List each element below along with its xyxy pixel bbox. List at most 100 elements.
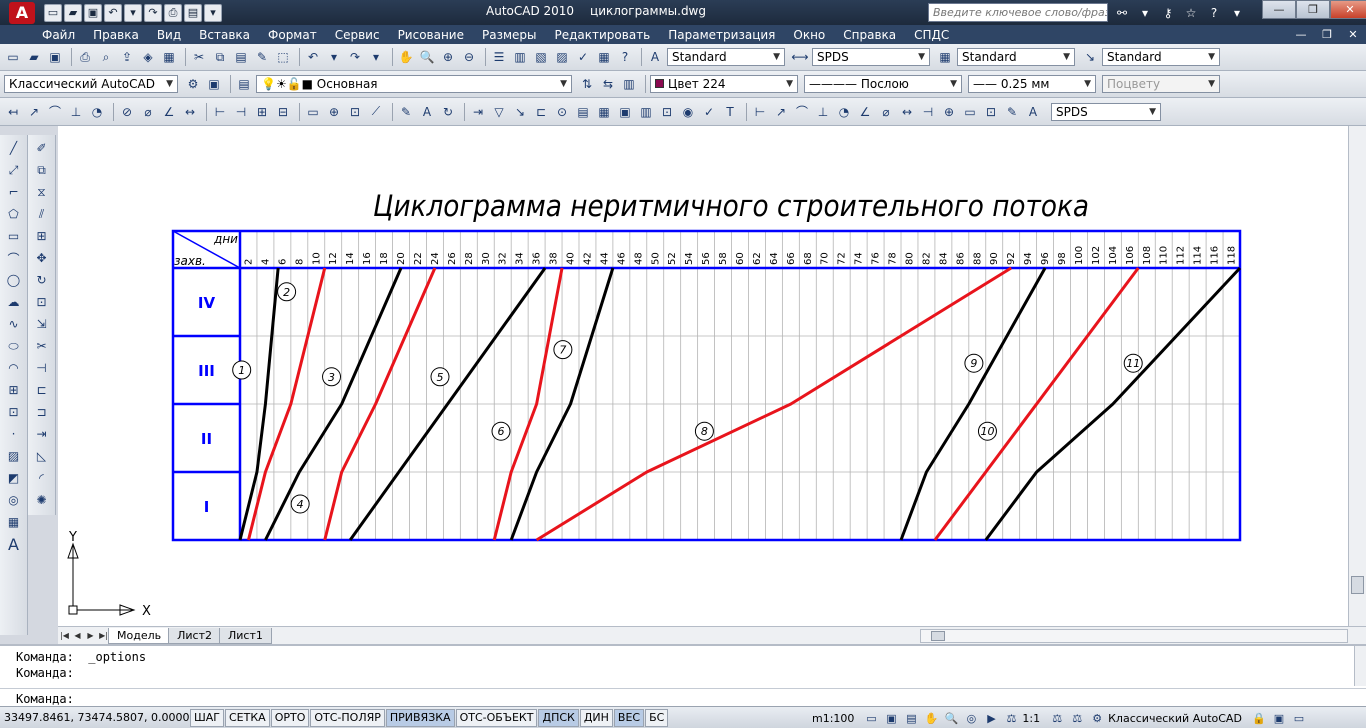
menu-item-spds[interactable]: СПДС (914, 28, 949, 42)
workspace-settings-icon[interactable]: ⚙ (184, 75, 202, 93)
3d-dwf-icon[interactable]: ◈ (139, 48, 157, 66)
tab-sheet1[interactable]: Лист1 (218, 627, 272, 644)
dim-quick-spds-icon[interactable]: ↔ (898, 103, 916, 121)
close-icon[interactable]: ✕ (1330, 0, 1366, 19)
dim-center-spds-icon[interactable]: ⊕ (940, 103, 958, 121)
auto-scale-icon[interactable]: ⚖ (1068, 709, 1086, 727)
new-icon[interactable]: ▭ (44, 3, 62, 22)
markup-icon[interactable]: ✓ (574, 48, 592, 66)
drawing-canvas[interactable]: Циклограмма неритмичного строительного п… (58, 126, 1348, 626)
tab-model[interactable]: Модель (108, 627, 171, 644)
dimension-style-select[interactable]: SPDS ▼ (1051, 102, 1161, 121)
clean-screen-icon[interactable]: ▭ (1290, 709, 1308, 727)
next-tab-icon[interactable]: ▶ (84, 629, 97, 642)
layer-previous-icon[interactable]: ⇆ (599, 75, 617, 93)
spds-table-icon[interactable]: ▦ (595, 103, 613, 121)
erase-icon[interactable]: ✐ (33, 139, 51, 157)
spline-icon[interactable]: ∿ (5, 315, 23, 333)
new-icon[interactable]: ▭ (4, 48, 22, 66)
status-toggle-6[interactable]: ДПСК (538, 708, 579, 727)
match-properties-icon[interactable]: ✎ (253, 48, 271, 66)
dim-baseline-spds-icon[interactable]: ⊣ (919, 103, 937, 121)
doc-close-icon[interactable]: ✕ (1340, 25, 1366, 43)
stretch-icon[interactable]: ⇲ (33, 315, 51, 333)
showmotion-icon[interactable]: ▶ (982, 709, 1000, 727)
layout-icon[interactable]: ▤ (184, 3, 202, 22)
dim-text-edit-icon[interactable]: A (418, 103, 436, 121)
paste-icon[interactable]: ▤ (232, 48, 250, 66)
help-icon[interactable]: ? (1204, 3, 1224, 22)
help-dropdown-icon[interactable]: ▾ (1227, 3, 1247, 22)
workspace-status[interactable]: Классический AutoCAD (1108, 712, 1242, 725)
design-center-icon[interactable]: ▥ (511, 48, 529, 66)
dim-update-icon[interactable]: ↻ (439, 103, 457, 121)
dim-edit-spds-icon[interactable]: ✎ (1003, 103, 1021, 121)
annotation-visibility-icon[interactable]: ⚖ (1048, 709, 1066, 727)
layer-state-icon[interactable]: ▥ (620, 75, 638, 93)
spds-text-icon[interactable]: T (721, 103, 739, 121)
dim-arc-spds-icon[interactable]: ⌒ (793, 103, 811, 121)
menu-item-help[interactable]: Справка (843, 28, 896, 42)
chamfer-icon[interactable]: ◺ (33, 447, 51, 465)
linetype-select[interactable]: ———— Послою ▼ (804, 75, 962, 93)
vertical-scrollbar[interactable] (1348, 126, 1366, 626)
maximize-viewport-icon[interactable]: ▭ (862, 709, 880, 727)
circle-icon[interactable]: ◯ (5, 271, 23, 289)
dim-style-icon[interactable]: ⟷ (791, 48, 809, 66)
spds-leader-icon[interactable]: ↘ (511, 103, 529, 121)
status-toggle-7[interactable]: ДИН (579, 708, 613, 727)
status-toggle-4[interactable]: ПРИВЯЗКА (385, 708, 455, 727)
status-toggle-1[interactable]: СЕТКА (225, 708, 270, 727)
quick-dim-icon[interactable]: ↔ (181, 103, 199, 121)
menu-item-format[interactable]: Формат (268, 28, 317, 42)
rotate-icon[interactable]: ↻ (33, 271, 51, 289)
qat-dropdown-icon[interactable]: ▾ (204, 3, 222, 22)
dim-radius-spds-icon[interactable]: ◔ (835, 103, 853, 121)
first-tab-icon[interactable]: |◀ (58, 629, 71, 642)
diameter-icon[interactable]: ⌀ (139, 103, 157, 121)
cut-icon[interactable]: ✂ (190, 48, 208, 66)
menu-item-parametric[interactable]: Параметризация (668, 28, 775, 42)
dim-style-select[interactable]: SPDS ▼ (812, 48, 930, 66)
dim-edit-icon[interactable]: ✎ (397, 103, 415, 121)
continue-icon[interactable]: ⊣ (232, 103, 250, 121)
annotation-scale-icon[interactable]: ⚖ (1002, 709, 1020, 727)
doc-restore-icon[interactable]: ❐ (1314, 25, 1340, 43)
binoculars-icon[interactable]: ⚯ (1112, 3, 1132, 22)
spds-format-icon[interactable]: ▣ (616, 103, 634, 121)
dim-ordinate-spds-icon[interactable]: ⊥ (814, 103, 832, 121)
tool-palettes-icon[interactable]: ▧ (532, 48, 550, 66)
mirror-icon[interactable]: ⧖ (33, 183, 51, 201)
help-icon[interactable]: ? (616, 48, 634, 66)
fillet-icon[interactable]: ◜ (33, 469, 51, 487)
polygon-icon[interactable]: ⬠ (5, 205, 23, 223)
menu-item-modify[interactable]: Редактировать (555, 28, 651, 42)
dim-break-icon[interactable]: ⊟ (274, 103, 292, 121)
block-editor-icon[interactable]: ⬚ (274, 48, 292, 66)
quick-view-layouts-icon[interactable]: ▣ (882, 709, 900, 727)
command-scrollbar[interactable] (1354, 646, 1366, 686)
open-icon[interactable]: ▰ (25, 48, 43, 66)
array-icon[interactable]: ⊞ (33, 227, 51, 245)
table-style-select[interactable]: Standard ▼ (957, 48, 1075, 66)
save-icon[interactable]: ▣ (84, 3, 102, 22)
linear-dim-icon[interactable]: ↤ (4, 103, 22, 121)
extend-icon[interactable]: ⊣ (33, 359, 51, 377)
dim-space-icon[interactable]: ⊞ (253, 103, 271, 121)
copy-object-icon[interactable]: ⧉ (33, 161, 51, 179)
zoom-icon[interactable]: 🔍 (942, 709, 960, 727)
mleader-style-icon[interactable]: ↘ (1081, 48, 1099, 66)
copy-icon[interactable]: ⧉ (211, 48, 229, 66)
lock-icon[interactable]: 🔒 (1250, 709, 1268, 727)
status-toggle-3[interactable]: ОТС-ПОЛЯР (310, 708, 385, 727)
zoom-realtime-icon[interactable]: 🔍 (418, 48, 436, 66)
open-icon[interactable]: ▰ (64, 3, 82, 22)
revision-cloud-icon[interactable]: ☁ (5, 293, 23, 311)
menu-item-dimension[interactable]: Размеры (482, 28, 537, 42)
restore-icon[interactable]: ❐ (1296, 0, 1330, 19)
color-select[interactable]: Цвет 224 ▼ (650, 75, 798, 93)
workspace-icon[interactable]: ▣ (205, 75, 223, 93)
mleader-style-select[interactable]: Standard ▼ (1102, 48, 1220, 66)
ordinate-icon[interactable]: ⊥ (67, 103, 85, 121)
spds-title-icon[interactable]: ▥ (637, 103, 655, 121)
